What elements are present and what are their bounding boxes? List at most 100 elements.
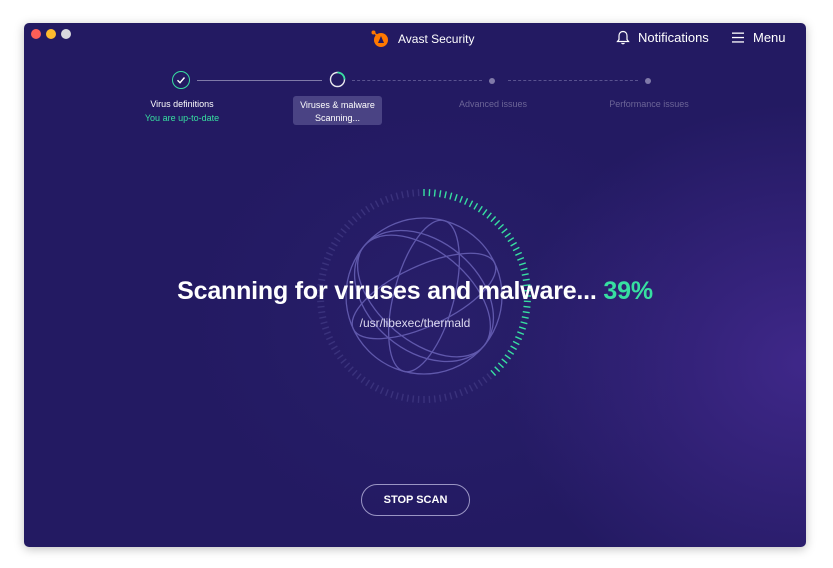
- progress-tick: [444, 191, 447, 199]
- progress-tick: [490, 216, 497, 223]
- progress-tick: [454, 194, 458, 202]
- progress-tick: [494, 366, 501, 373]
- minimize-window-button[interactable]: [46, 29, 56, 39]
- notifications-button[interactable]: Notifications: [616, 30, 709, 45]
- progress-tick: [360, 376, 366, 383]
- checkmark-icon: [177, 77, 186, 84]
- app-window: Avast Security Notifications Menu Virus …: [24, 23, 806, 547]
- progress-tick: [464, 387, 469, 395]
- progress-tick: [517, 331, 525, 335]
- progress-tick: [477, 379, 483, 387]
- progress-tick: [379, 387, 384, 395]
- progress-tick: [454, 390, 458, 398]
- progress-tick: [459, 389, 463, 397]
- progress-tick: [379, 197, 384, 205]
- progress-tick: [369, 202, 375, 210]
- progress-tick: [320, 267, 328, 271]
- step-done-marker: [172, 71, 190, 89]
- app-title: Avast Security: [398, 32, 475, 46]
- progress-tick: [365, 205, 371, 213]
- progress-tick: [512, 246, 520, 252]
- progress-tick: [523, 305, 531, 308]
- bell-icon: [616, 30, 630, 45]
- progress-tick: [347, 219, 354, 226]
- progress-tick: [351, 369, 358, 376]
- scan-headline-text: Scanning for viruses and malware...: [177, 277, 597, 305]
- progress-tick: [504, 354, 511, 360]
- progress-tick: [333, 349, 341, 355]
- step-viruses-malware-status: Scanning...: [314, 113, 361, 123]
- progress-tick: [507, 237, 515, 243]
- step-performance-issues-label: Performance issues: [609, 99, 689, 109]
- progress-tick: [412, 395, 415, 403]
- progress-tick: [333, 237, 341, 243]
- progress-tick: [385, 195, 389, 203]
- progress-tick: [497, 223, 504, 230]
- progress-tick: [510, 345, 518, 351]
- step-progress-spinner: [329, 71, 346, 88]
- progress-tick: [322, 262, 330, 266]
- stop-scan-button[interactable]: STOP SCAN: [361, 484, 470, 516]
- progress-tick: [507, 349, 515, 355]
- progress-tick: [468, 384, 474, 392]
- progress-tick: [395, 392, 399, 400]
- progress-tick: [356, 373, 362, 380]
- hamburger-icon: [732, 32, 744, 43]
- step-virus-definitions-label: Virus definitions: [150, 99, 214, 109]
- progress-tick: [337, 232, 344, 238]
- progress-tick: [401, 393, 404, 401]
- avast-logo-icon: [371, 30, 388, 47]
- progress-tick: [325, 251, 333, 256]
- progress-tick: [433, 395, 436, 403]
- progress-tick: [494, 219, 501, 226]
- progress-tick: [497, 362, 504, 369]
- menu-label: Menu: [753, 30, 786, 45]
- step-pending-marker: [489, 78, 495, 84]
- progress-tick: [344, 362, 351, 369]
- progress-tick: [406, 394, 410, 402]
- progress-tick: [504, 232, 511, 238]
- progress-tick: [374, 200, 380, 208]
- progress-tick: [330, 345, 338, 351]
- progress-tick: [515, 336, 523, 341]
- progress-tick: [351, 216, 358, 223]
- progress-tick: [390, 390, 394, 398]
- progress-tick: [482, 209, 488, 216]
- progress-tick: [459, 195, 463, 203]
- progress-tick: [433, 189, 436, 197]
- progress-tick: [501, 228, 508, 234]
- current-file-path: /usr/libexec/thermald: [359, 316, 471, 330]
- menu-button[interactable]: Menu: [732, 30, 786, 45]
- progress-tick: [406, 190, 410, 198]
- progress-tick: [521, 273, 529, 276]
- progress-tick: [490, 369, 497, 376]
- step-viruses-malware-label: Viruses & malware: [300, 100, 375, 110]
- progress-tick: [473, 202, 479, 210]
- progress-tick: [477, 205, 483, 213]
- progress-tick: [330, 241, 338, 247]
- progress-tick: [512, 340, 520, 346]
- notifications-label: Notifications: [638, 30, 709, 45]
- step-pending-marker: [645, 78, 651, 84]
- progress-tick: [344, 223, 351, 230]
- progress-tick: [517, 257, 525, 261]
- progress-tick: [356, 212, 362, 219]
- progress-tick: [328, 246, 336, 252]
- progress-tick: [510, 241, 518, 247]
- progress-tick: [518, 262, 526, 266]
- step-virus-definitions-status: You are up-to-date: [144, 113, 220, 123]
- zoom-window-button[interactable]: [61, 29, 71, 39]
- progress-tick: [412, 189, 415, 197]
- progress-tick: [328, 340, 336, 346]
- progress-tick: [444, 393, 447, 401]
- step-advanced-issues-label: Advanced issues: [458, 99, 528, 109]
- progress-tick: [438, 394, 442, 402]
- scan-headline: Scanning for viruses and malware... 39%: [24, 277, 806, 306]
- progress-tick: [340, 358, 347, 364]
- close-window-button[interactable]: [31, 29, 41, 39]
- progress-tick: [365, 379, 371, 387]
- progress-tick: [374, 384, 380, 392]
- progress-tick: [385, 389, 389, 397]
- progress-tick: [395, 192, 399, 200]
- progress-tick: [390, 194, 394, 202]
